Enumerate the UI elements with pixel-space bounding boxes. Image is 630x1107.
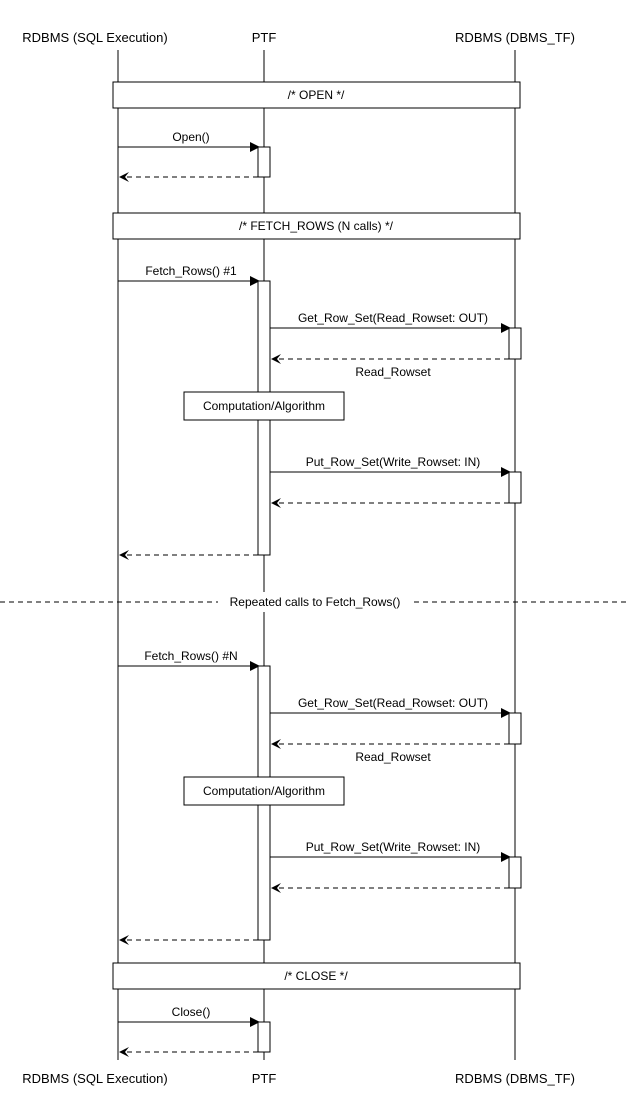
activation-open	[258, 147, 270, 177]
participant-left-bottom: RDBMS (SQL Execution)	[22, 1071, 167, 1086]
msg-fetch1-label: Fetch_Rows() #1	[145, 264, 237, 278]
msg-get-row-set-1-label: Get_Row_Set(Read_Rowset: OUT)	[298, 311, 488, 325]
phase-fetch-label: /* FETCH_ROWS (N calls) */	[239, 219, 394, 233]
msg-fetchN-label: Fetch_Rows() #N	[144, 649, 237, 663]
participant-mid-top: PTF	[252, 30, 277, 45]
note-comp-N-label: Computation/Algorithm	[203, 784, 325, 798]
phase-open-label: /* OPEN */	[288, 88, 345, 102]
sequence-diagram: RDBMS (SQL Execution) PTF RDBMS (DBMS_TF…	[0, 0, 630, 1107]
msg-open-call-label: Open()	[172, 130, 209, 144]
activation-put1	[509, 472, 521, 503]
msg-get-row-set-N-label: Get_Row_Set(Read_Rowset: OUT)	[298, 696, 488, 710]
participant-right-bottom: RDBMS (DBMS_TF)	[455, 1071, 575, 1086]
msg-read-rowset-1-label: Read_Rowset	[355, 365, 431, 379]
msg-put-row-set-N-label: Put_Row_Set(Write_Rowset: IN)	[306, 840, 481, 854]
msg-put-row-set-1-label: Put_Row_Set(Write_Rowset: IN)	[306, 455, 481, 469]
participant-left-top: RDBMS (SQL Execution)	[22, 30, 167, 45]
activation-get1	[509, 328, 521, 359]
msg-read-rowset-N-label: Read_Rowset	[355, 750, 431, 764]
activation-close	[258, 1022, 270, 1052]
note-comp-1-label: Computation/Algorithm	[203, 399, 325, 413]
participant-mid-bottom: PTF	[252, 1071, 277, 1086]
msg-close-label: Close()	[172, 1005, 211, 1019]
activation-putN	[509, 857, 521, 888]
activation-getN	[509, 713, 521, 744]
divider-label: Repeated calls to Fetch_Rows()	[230, 595, 401, 609]
phase-close-label: /* CLOSE */	[284, 969, 348, 983]
participant-right-top: RDBMS (DBMS_TF)	[455, 30, 575, 45]
